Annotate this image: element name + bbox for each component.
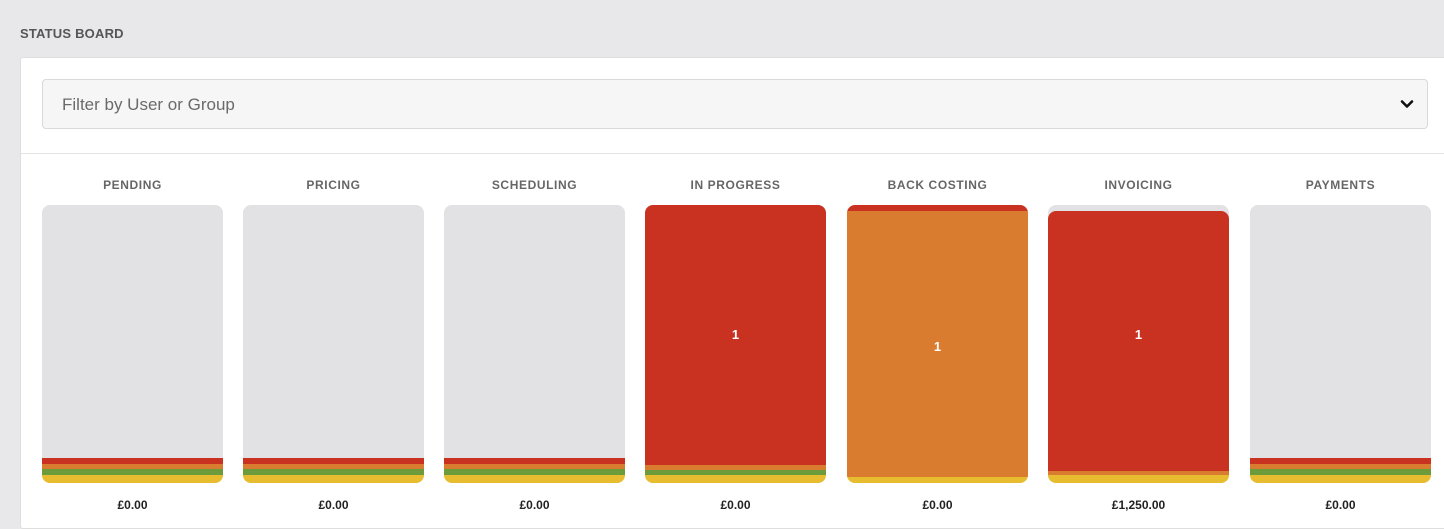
status-board-panel: Filter by User or Group PENDING £0.00 PRIC…: [20, 57, 1444, 529]
segment-yellow: [847, 477, 1028, 483]
filter-placeholder: Filter by User or Group: [62, 95, 235, 114]
column-label: INVOICING: [1104, 178, 1173, 192]
column-label: IN PROGRESS: [690, 178, 781, 192]
column-total: £0.00: [720, 498, 751, 512]
divider: [21, 153, 1444, 154]
segment-yellow: [444, 475, 625, 483]
item-count: 1: [933, 339, 942, 354]
segment-yellow: [645, 475, 826, 483]
segment-yellow: [42, 475, 223, 483]
status-bar[interactable]: [42, 205, 223, 483]
user-group-filter-select[interactable]: Filter by User or Group: [42, 79, 1428, 129]
status-bar[interactable]: 1: [1048, 205, 1229, 483]
column-total: £1,250.00: [1111, 498, 1166, 512]
column-total: £0.00: [318, 498, 349, 512]
column-label: PAYMENTS: [1305, 178, 1376, 192]
column-total: £0.00: [922, 498, 953, 512]
segment-yellow: [1048, 475, 1229, 483]
board-title: STATUS BOARD: [20, 26, 124, 41]
status-bar[interactable]: [243, 205, 424, 483]
status-bar[interactable]: [444, 205, 625, 483]
column-label: PRICING: [306, 178, 361, 192]
column-total: £0.00: [1325, 498, 1356, 512]
status-bar[interactable]: [1250, 205, 1431, 483]
item-count: 1: [1134, 327, 1143, 342]
status-bar[interactable]: 1: [645, 205, 826, 483]
column-total: £0.00: [117, 498, 148, 512]
segment-yellow: [243, 475, 424, 483]
status-bar[interactable]: 1: [847, 205, 1028, 483]
item-count: 1: [731, 327, 740, 342]
column-label: BACK COSTING: [887, 178, 988, 192]
column-label: PENDING: [103, 178, 162, 192]
segment-yellow: [1250, 475, 1431, 483]
chevron-down-icon: [1400, 100, 1414, 108]
column-total: £0.00: [519, 498, 550, 512]
column-label: SCHEDULING: [491, 178, 578, 192]
